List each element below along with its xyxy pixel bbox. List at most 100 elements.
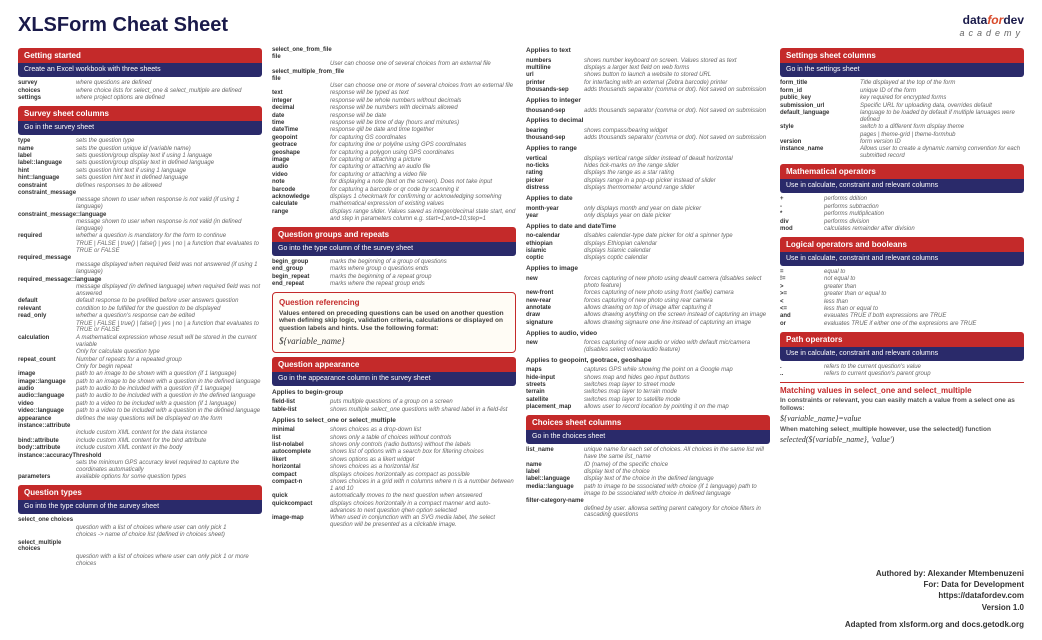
value: switches map layer to satellite mode — [584, 397, 770, 404]
key: likert — [272, 457, 330, 464]
value: defines the way questions will be displa… — [76, 416, 262, 423]
value: refers to the current question's value — [824, 364, 1024, 371]
key: islamic — [526, 248, 584, 255]
key: select_multiple choices — [18, 540, 76, 554]
value: form version ID — [860, 139, 1024, 146]
value: sets the question unique id (variable na… — [76, 146, 262, 153]
key: geopoint — [272, 135, 330, 142]
value: forces capturing of new photo using deau… — [584, 276, 770, 290]
value: performs subtraction — [824, 204, 1024, 211]
value: marks where the repeat group ends — [330, 281, 516, 288]
key — [18, 284, 76, 298]
key: calculation — [18, 335, 76, 349]
value — [584, 498, 770, 505]
value: TRUE | FALSE | true() | false() | yes | … — [76, 321, 262, 335]
key — [18, 525, 76, 532]
value: path to a video to be included with a qu… — [76, 401, 262, 408]
key: constraint_message::language — [18, 212, 76, 219]
question-types-header: Question types — [18, 485, 262, 500]
value: sets question hint text in defined langu… — [76, 175, 262, 182]
value: response will be numbers with decimals a… — [330, 105, 516, 112]
key: geotrace — [272, 142, 330, 149]
subsection-title: Applies to decimal — [526, 117, 770, 124]
key: terrain — [526, 389, 584, 396]
value: condition to be fulfilled for the questi… — [76, 306, 262, 313]
value: displays Islamic calendar — [584, 248, 770, 255]
key: form_id — [780, 88, 860, 95]
key: dateTime — [272, 127, 330, 134]
value: available options for some question type… — [76, 474, 262, 481]
value: allows drawing anything on the screen in… — [584, 312, 770, 319]
value: pages | theme-grid | theme-formhub — [860, 132, 1024, 139]
value: shows compass/bearing widget — [584, 128, 770, 135]
value: Allows user to create a dynamic naming c… — [860, 146, 1024, 160]
key: audio::language — [18, 393, 76, 400]
value: for capturing or attaching an audio file — [330, 164, 516, 171]
value: less than or equal to — [824, 306, 1024, 313]
value: switches map layer to terrain mode — [584, 389, 770, 396]
value: evaluates TRUE if either one of the expr… — [824, 321, 1024, 328]
key: required — [18, 233, 76, 240]
key: version — [780, 139, 860, 146]
key: name — [18, 146, 76, 153]
key: new — [526, 340, 584, 354]
key: thousands-sep — [526, 87, 584, 94]
value: greater than — [824, 284, 1024, 291]
value: captures GPS while showing the point on … — [584, 367, 770, 374]
question-types-sub: Go into the type column of the survey sh… — [18, 500, 262, 514]
value: display text of the choice — [584, 469, 770, 476]
key: compact-n — [272, 479, 330, 493]
key — [18, 460, 76, 474]
key: horizontal — [272, 464, 330, 471]
value: performs multiplication — [824, 211, 1024, 218]
footer: Authored by: Alexander Mtembenuzeni For:… — [845, 568, 1024, 630]
page-title: XLSForm Cheat Sheet — [18, 14, 228, 37]
value: When used in conjunction with an SVG med… — [330, 515, 516, 529]
key: default — [18, 298, 76, 305]
key: form_title — [780, 80, 860, 87]
value: display text of the choice in the define… — [584, 476, 770, 483]
key: * — [780, 211, 824, 218]
key: thousand-sep — [526, 135, 584, 142]
key: or — [780, 321, 824, 328]
key: annotate — [526, 305, 584, 312]
value: for capturing or attaching a picture — [330, 157, 516, 164]
key: autocomplete — [272, 449, 330, 456]
logo: datafordev academy — [959, 14, 1024, 38]
value: evauates TRUE if both expressions are TR… — [824, 313, 1024, 320]
value: displays a larger text field on web form… — [584, 65, 770, 72]
key: image — [272, 157, 330, 164]
key: quick — [272, 493, 330, 500]
value: language to be loaded by default if mult… — [860, 110, 1024, 124]
value: Number of repeats for a repeated group — [76, 357, 262, 364]
key: compact — [272, 472, 330, 479]
value: displays range in a pop-up picker instea… — [584, 178, 770, 185]
key: maps — [526, 367, 584, 374]
key: instance::accuracyThreshold — [18, 453, 76, 460]
value: not equal to — [824, 276, 1024, 283]
key: appearance — [18, 416, 76, 423]
value: only displays month and year on date pic… — [584, 206, 770, 213]
appearance-sub: Go in the appearance column in the surve… — [272, 372, 516, 386]
value: performs ddition — [824, 196, 1024, 203]
value: question with a list of choices where us… — [76, 554, 262, 568]
value: allows drawing on top of image after cap… — [584, 305, 770, 312]
key: image-map — [272, 515, 330, 529]
key: field-list — [272, 399, 330, 406]
key: >= — [780, 291, 824, 298]
subsection-title: Applies to text — [526, 47, 770, 54]
value: shows choices as a horizontal list — [330, 464, 516, 471]
value: switches map layer to street mode — [584, 382, 770, 389]
key: required_message — [18, 255, 76, 262]
key — [18, 219, 76, 233]
value — [76, 190, 262, 197]
value: calculates remainder after division — [824, 226, 1024, 233]
key: list-nolabel — [272, 442, 330, 449]
value: path to audio to be included with a ques… — [76, 386, 262, 393]
key: type — [18, 138, 76, 145]
key: note — [272, 179, 330, 186]
value — [76, 453, 262, 460]
key: survey — [18, 80, 76, 87]
value — [76, 212, 262, 219]
key: relevant — [18, 306, 76, 313]
